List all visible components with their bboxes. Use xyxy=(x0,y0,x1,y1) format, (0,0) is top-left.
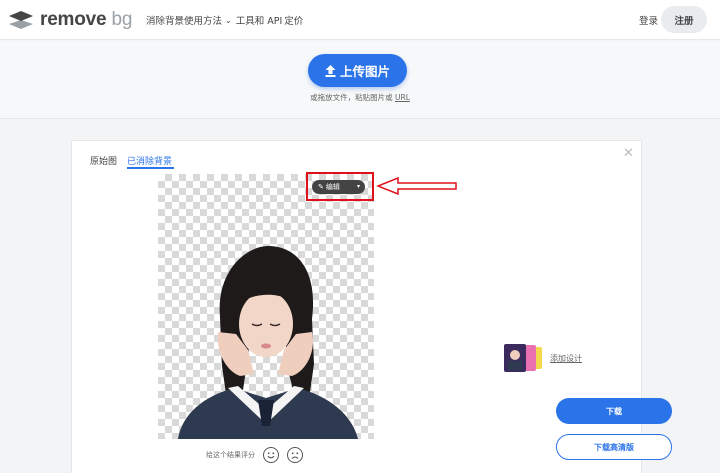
frown-icon[interactable] xyxy=(287,447,303,463)
nav-pricing[interactable]: 定价 xyxy=(284,13,303,27)
smile-icon[interactable] xyxy=(263,447,279,463)
top-header: remove bg 消除背景使用方法 ⌄ 工具和 API 定价 登录 注册 xyxy=(0,0,720,40)
removebg-logo[interactable]: remove bg xyxy=(8,9,132,31)
close-icon[interactable]: ✕ xyxy=(623,146,634,161)
logo-layers-icon xyxy=(8,10,34,30)
add-design[interactable]: 添加设计 xyxy=(502,343,582,373)
upload-icon xyxy=(325,64,336,77)
subject-cutout xyxy=(178,246,358,439)
upload-button-label: 上传图片 xyxy=(339,64,390,79)
tab-removed-background[interactable]: 已消除背景 xyxy=(127,154,172,167)
main-nav: 消除背景使用方法 ⌄ 工具和 API 定价 xyxy=(146,13,303,28)
design-thumbnail xyxy=(502,343,546,373)
login-link[interactable]: 登录 xyxy=(639,13,658,27)
url-link[interactable]: URL xyxy=(395,93,410,102)
nav-how-to[interactable]: 消除背景使用方法 xyxy=(146,13,222,27)
download-button[interactable]: 下载 xyxy=(556,398,672,424)
rating-row: 给这个结果评分 xyxy=(206,447,303,463)
add-design-link[interactable]: 添加设计 xyxy=(550,353,582,364)
active-tab-indicator xyxy=(127,167,174,169)
result-preview-image xyxy=(158,174,374,439)
upload-section: 上传图片 或拖放文件，粘贴图片或 URL xyxy=(0,41,720,119)
nav-tools-api[interactable]: 工具和 API xyxy=(236,13,283,27)
annotation-arrow-icon xyxy=(376,177,457,195)
upload-image-button[interactable]: 上传图片 xyxy=(308,54,407,87)
download-hd-button[interactable]: 下载高清版 xyxy=(556,434,672,460)
rating-label: 给这个结果评分 xyxy=(206,451,255,459)
tab-original[interactable]: 原始图 xyxy=(90,154,117,167)
annotation-highlight-box xyxy=(306,172,374,201)
chevron-down-icon[interactable]: ⌄ xyxy=(225,16,232,25)
upload-hint: 或拖放文件，粘贴图片或 URL xyxy=(310,93,410,102)
signup-button[interactable]: 注册 xyxy=(661,6,707,33)
logo-text: remove bg xyxy=(40,9,133,30)
